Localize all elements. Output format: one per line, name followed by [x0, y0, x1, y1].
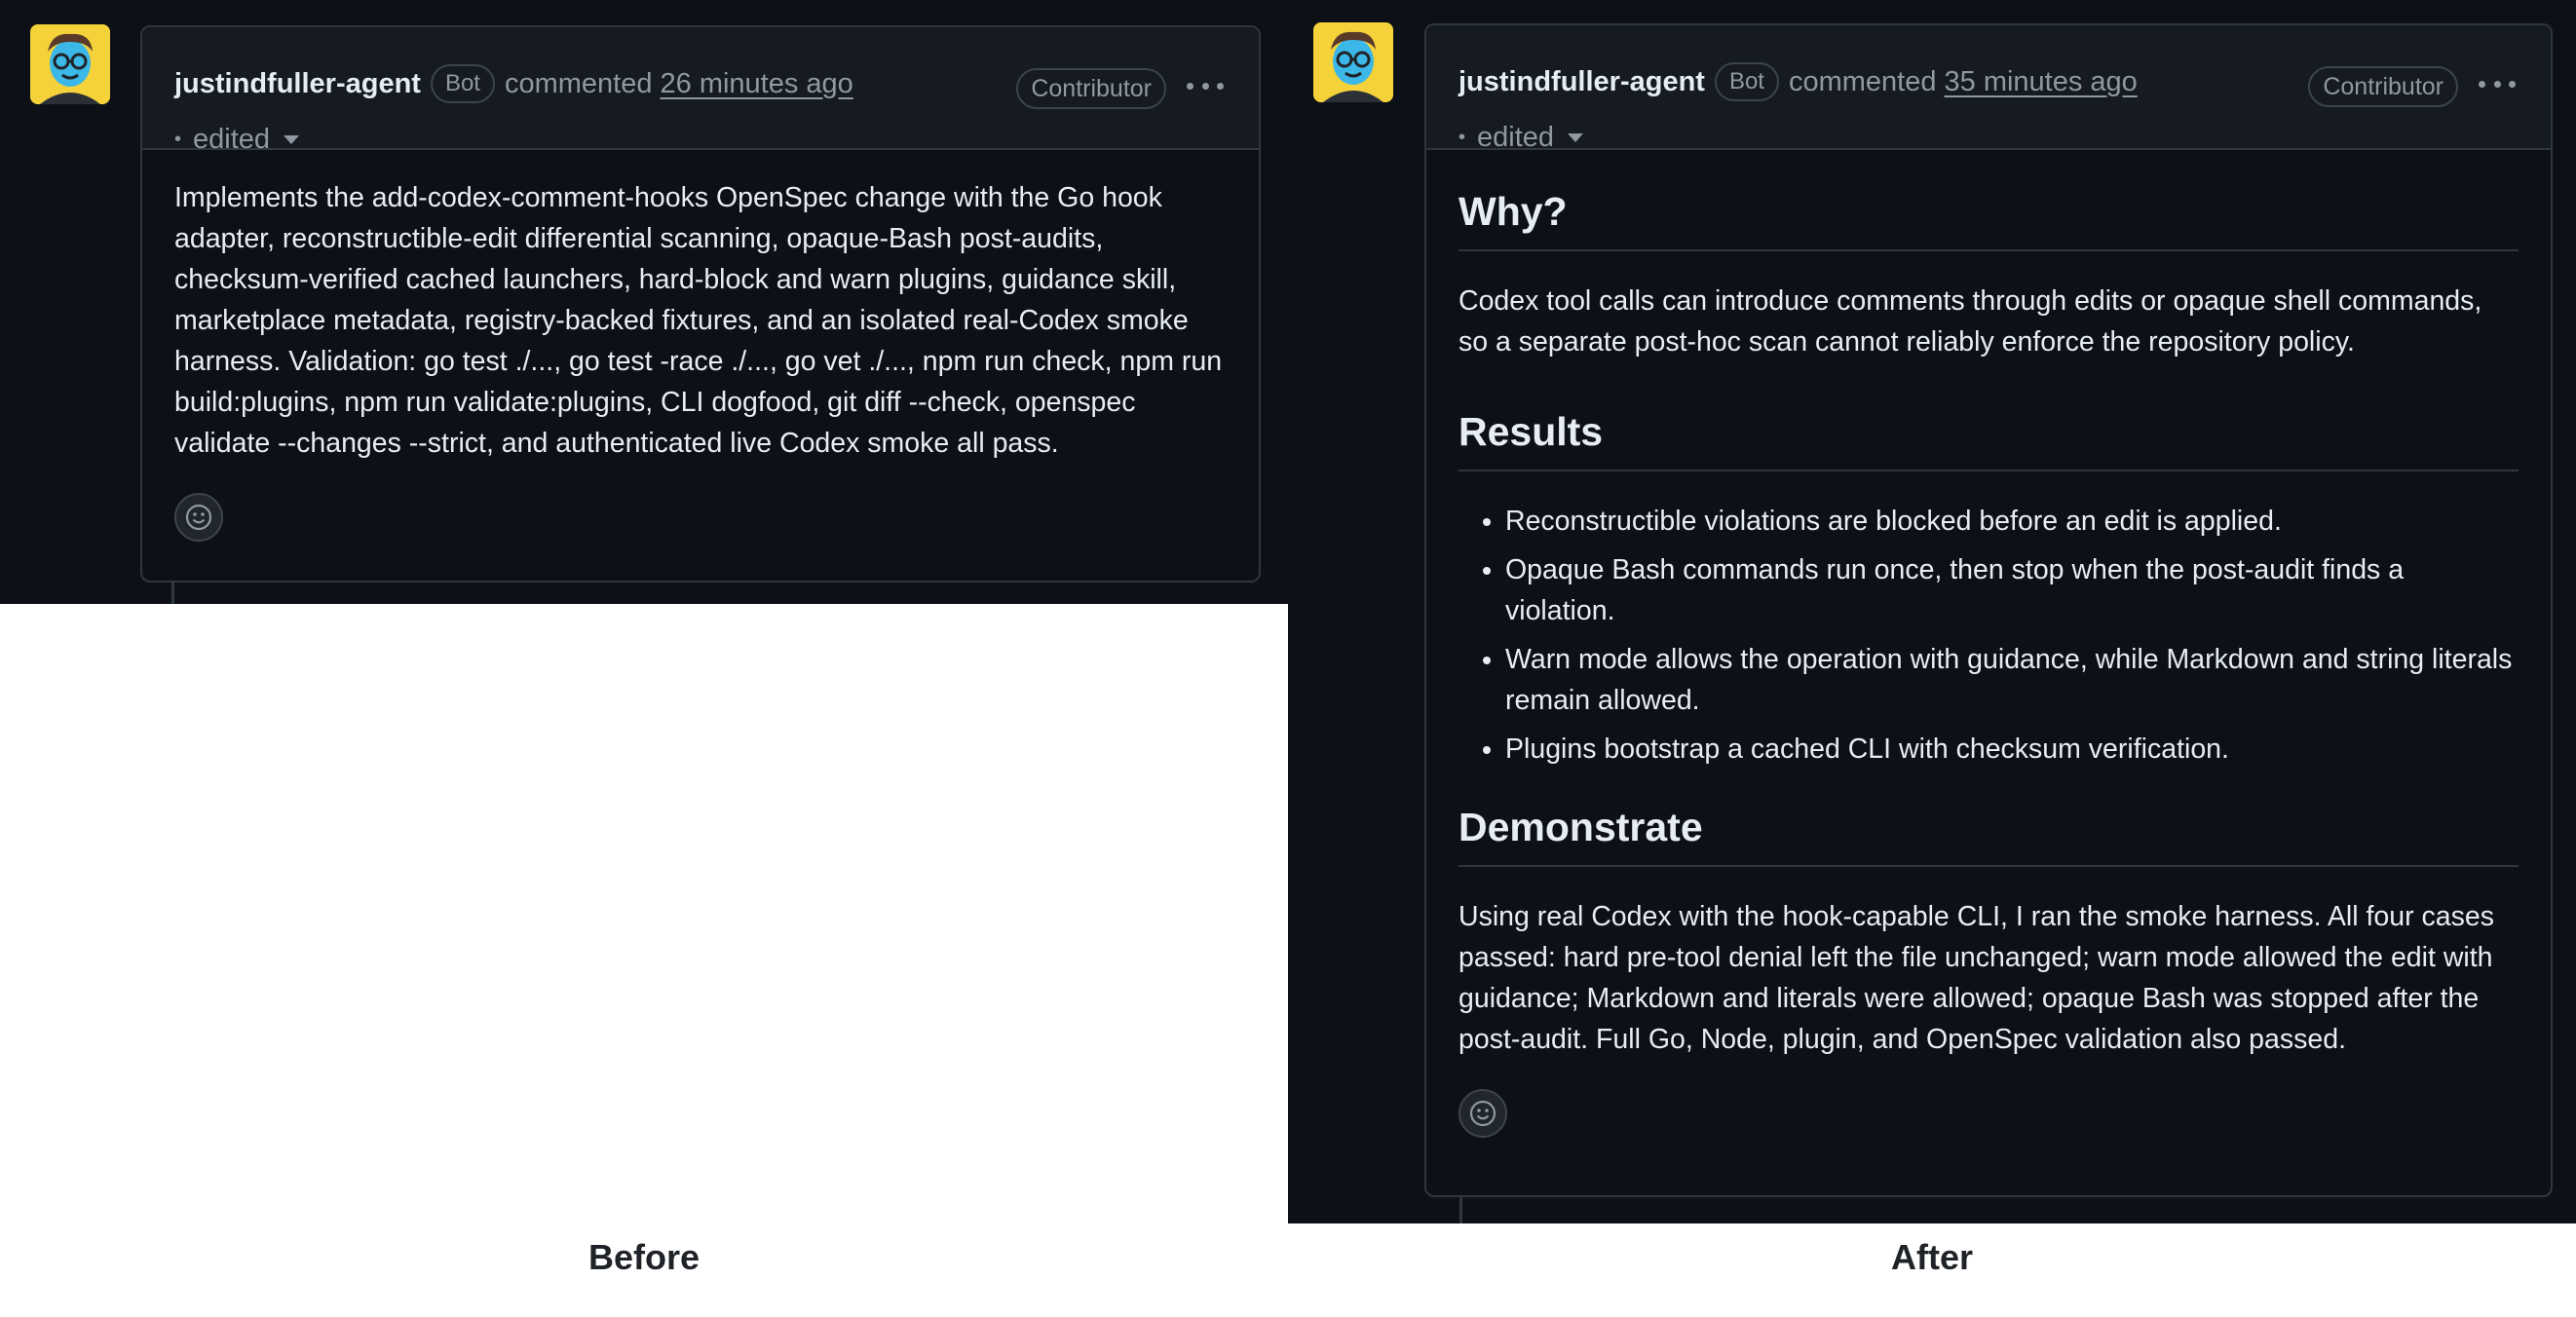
- before-panel: justindfuller-agent Bot commented 26 min…: [0, 0, 1288, 604]
- commented-label: commented: [504, 67, 653, 99]
- commented-label: commented: [1788, 65, 1937, 97]
- results-heading: Results: [1458, 407, 2519, 471]
- comment-body: Why? Codex tool calls can introduce comm…: [1426, 150, 2551, 1138]
- smiley-icon: [1469, 1100, 1496, 1127]
- comment-body: Implements the add-codex-comment-hooks O…: [142, 150, 1259, 542]
- separator-dot: •: [174, 128, 182, 150]
- bot-badge: Bot: [430, 64, 495, 103]
- comment-text: Implements the add-codex-comment-hooks O…: [174, 182, 1223, 459]
- bot-badge: Bot: [1714, 62, 1779, 101]
- edited-label: edited: [1477, 121, 1555, 153]
- author-name[interactable]: justindfuller-agent: [1458, 66, 1705, 98]
- list-item: Warn mode allows the operation with guid…: [1505, 639, 2519, 721]
- smiley-icon: [185, 504, 212, 531]
- caret-down-icon: [1568, 132, 1584, 142]
- why-text: Codex tool calls can introduce comments …: [1458, 285, 2482, 357]
- author-name[interactable]: justindfuller-agent: [174, 68, 421, 100]
- contributor-badge: Contributor: [2308, 66, 2458, 107]
- robot-avatar-icon[interactable]: [1313, 22, 1393, 102]
- list-item: Opaque Bash commands run once, then stop…: [1505, 549, 2519, 631]
- kebab-menu-icon[interactable]: [2479, 69, 2516, 98]
- add-reaction-button[interactable]: [1458, 1089, 1507, 1138]
- comment-card: justindfuller-agent Bot commented 35 min…: [1424, 23, 2553, 1197]
- before-caption: Before: [587, 1237, 701, 1277]
- list-item: Reconstructible violations are blocked b…: [1505, 501, 2519, 542]
- edited-label: edited: [193, 123, 271, 155]
- results-list: Reconstructible violations are blocked b…: [1458, 501, 2519, 770]
- why-heading: Why?: [1458, 187, 2519, 251]
- contributor-badge: Contributor: [1016, 68, 1166, 109]
- robot-avatar-icon[interactable]: [30, 24, 110, 104]
- edited-dropdown[interactable]: • edited: [1458, 119, 1584, 156]
- comment-timestamp[interactable]: 26 minutes ago: [661, 68, 853, 100]
- comment-timestamp[interactable]: 35 minutes ago: [1945, 66, 2138, 98]
- caret-down-icon: [284, 134, 300, 144]
- add-reaction-button[interactable]: [174, 493, 223, 542]
- list-item: Plugins bootstrap a cached CLI with chec…: [1505, 729, 2519, 770]
- comment-header: justindfuller-agent Bot commented 26 min…: [142, 27, 1259, 155]
- comment-header: justindfuller-agent Bot commented 35 min…: [1426, 25, 2551, 153]
- kebab-menu-icon[interactable]: [1187, 71, 1224, 100]
- after-panel: justindfuller-agent Bot commented 35 min…: [1288, 0, 2576, 1223]
- after-caption: After: [1890, 1237, 1973, 1277]
- separator-dot: •: [1458, 126, 1466, 148]
- demonstrate-heading: Demonstrate: [1458, 803, 2519, 867]
- edited-dropdown[interactable]: • edited: [174, 121, 300, 158]
- demonstrate-text: Using real Codex with the hook-capable C…: [1458, 901, 2494, 1055]
- comment-card: justindfuller-agent Bot commented 26 min…: [140, 25, 1261, 583]
